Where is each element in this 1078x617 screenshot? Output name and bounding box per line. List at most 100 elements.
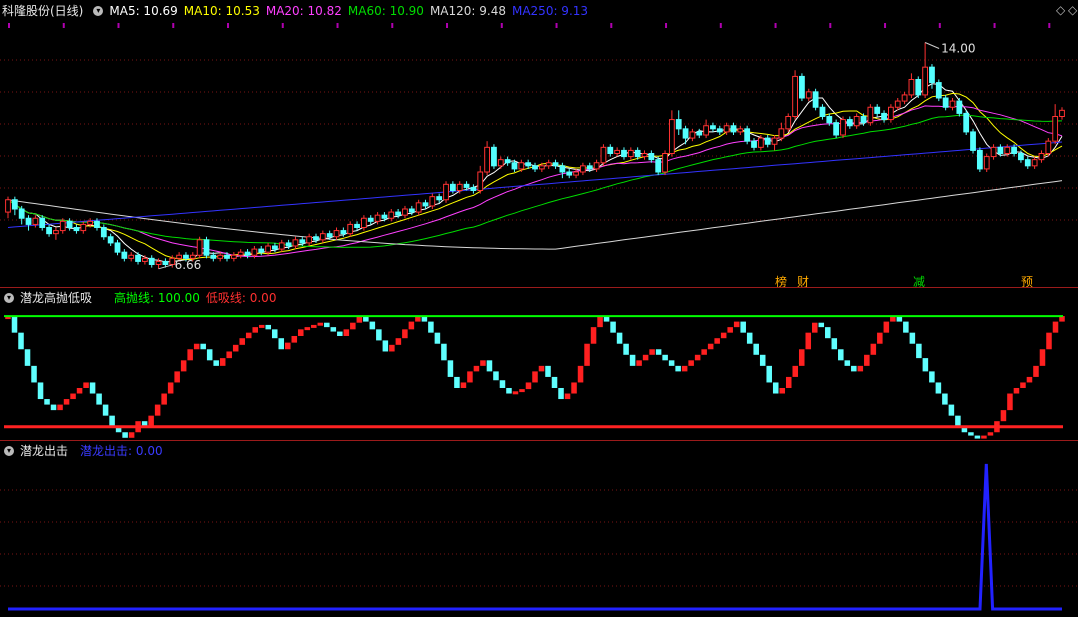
osc-bar <box>857 365 864 372</box>
osc-bar <box>402 329 408 339</box>
candle-body <box>511 162 518 170</box>
corner-icon[interactable]: ◇ <box>1068 3 1077 17</box>
osc-bar <box>148 415 154 427</box>
osc-bar <box>584 343 590 366</box>
candle-body <box>621 149 627 158</box>
candle-body <box>497 159 504 167</box>
candle-body <box>5 199 11 213</box>
osc-bar <box>154 404 161 416</box>
candle-body <box>87 220 94 225</box>
candle-body <box>374 214 381 222</box>
candle-body <box>812 91 819 108</box>
osc-bar <box>245 332 252 339</box>
osc-bar <box>408 321 415 330</box>
osc-bar <box>382 340 389 352</box>
price-pointer <box>924 42 940 49</box>
osc-bar <box>851 365 857 372</box>
candle-body <box>990 146 997 158</box>
osc-bar <box>701 349 707 355</box>
candle-body <box>922 66 929 96</box>
candle-body <box>491 146 497 167</box>
osc-bar <box>1052 321 1059 333</box>
candle-body <box>778 128 785 139</box>
osc-bar <box>551 376 558 388</box>
candle-body <box>408 208 415 213</box>
candle-body <box>25 217 32 225</box>
osc-bar <box>11 316 18 333</box>
osc-bar <box>564 393 571 400</box>
osc-bar <box>968 432 974 436</box>
signal-line <box>8 463 1062 611</box>
osc-bar <box>109 415 115 427</box>
collapse-icon[interactable]: ▾ <box>93 6 104 16</box>
marker-dot <box>610 23 613 28</box>
osc-bar <box>1013 387 1020 394</box>
osc-bar <box>473 365 480 372</box>
low-price-label: 6.66 <box>175 258 202 272</box>
candle-body <box>443 183 449 201</box>
marker-dot <box>446 23 449 28</box>
osc-bar <box>467 371 473 383</box>
candle-body <box>983 156 990 170</box>
diamond-icon[interactable]: ◇ <box>1056 3 1065 17</box>
candle-body <box>230 254 237 259</box>
candle-body <box>361 217 367 228</box>
collapse-icon[interactable]: ▾ <box>4 293 14 303</box>
osc-bar <box>460 382 467 388</box>
osc-bar <box>311 324 317 328</box>
candlestick-chart: 14.00 6.66 <box>0 23 1078 272</box>
candle-body <box>402 208 408 216</box>
osc-bar <box>655 349 662 355</box>
candle-body <box>135 254 141 262</box>
osc-bar <box>636 360 642 366</box>
osc-bar <box>825 327 831 339</box>
osc-bar <box>805 332 812 350</box>
candle-body <box>723 125 730 133</box>
osc-bar <box>447 360 454 377</box>
candle-body <box>326 233 333 238</box>
osc-bar <box>864 354 870 366</box>
candle-body <box>128 254 135 259</box>
osc-bar <box>161 393 167 405</box>
osc-bar <box>480 360 486 366</box>
osc-bar <box>798 349 805 366</box>
candle-body <box>538 165 545 170</box>
collapse-icon[interactable]: ▾ <box>4 446 14 456</box>
candle-body <box>278 242 285 250</box>
ma-line-ma250 <box>7 141 1063 228</box>
candle-body <box>354 223 360 229</box>
stock-title: 科隆股份(日线) <box>2 4 84 18</box>
osc-bar <box>916 343 922 359</box>
candle-body <box>224 254 230 259</box>
candle-body <box>970 131 976 151</box>
candle-body <box>888 106 894 121</box>
candle-body <box>710 125 716 130</box>
osc-bar <box>955 415 961 427</box>
candle-body <box>716 128 723 133</box>
candle-body <box>744 128 751 142</box>
osc-bar <box>883 321 890 333</box>
osc-bar <box>291 335 298 343</box>
osc-bar <box>766 365 772 383</box>
candle-body <box>552 162 559 167</box>
ma-legend-item: MA20: 10.82 <box>265 4 342 18</box>
candle-body <box>566 171 573 176</box>
candle-body <box>272 245 278 250</box>
candle-body <box>792 75 798 117</box>
candle-body <box>997 146 1004 155</box>
osc-bar <box>376 329 382 341</box>
candle-body <box>94 220 100 228</box>
ma-line-ma10 <box>7 92 1063 261</box>
osc-bar <box>792 365 799 377</box>
osc-bar <box>298 329 304 336</box>
candle-body <box>751 140 757 148</box>
osc-bar <box>909 332 916 344</box>
marker-dot <box>500 23 503 28</box>
osc-bar <box>24 349 31 366</box>
ma-line-ma5 <box>7 83 1063 263</box>
candle-body <box>237 251 244 256</box>
osc-bar <box>610 321 616 333</box>
candle-body <box>251 248 258 256</box>
marker-dot <box>117 23 120 28</box>
osc-bar <box>525 382 532 390</box>
